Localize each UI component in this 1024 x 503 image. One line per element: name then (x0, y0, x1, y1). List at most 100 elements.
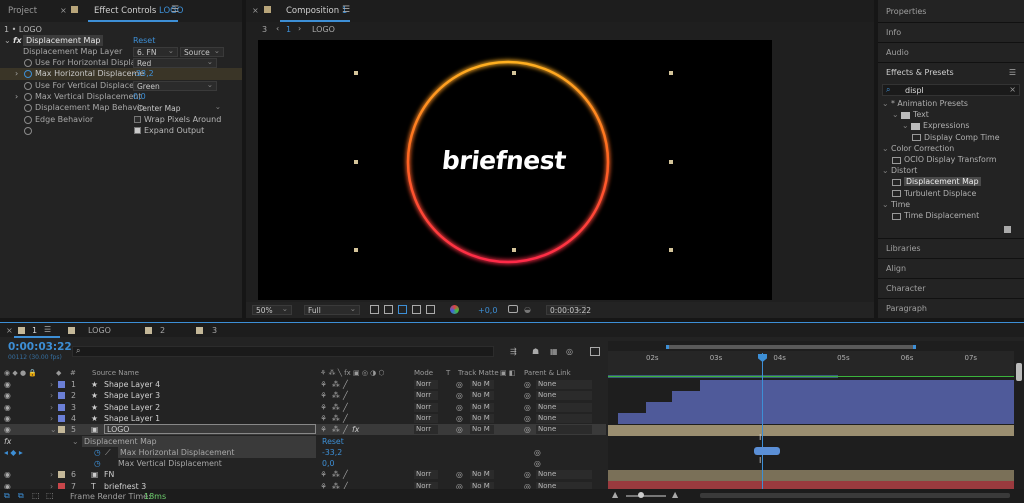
effects-tree-item[interactable]: Displacement Map (892, 177, 981, 187)
layer-duration-bar[interactable] (608, 469, 1014, 481)
tab-composition[interactable]: Composition 1 (286, 6, 347, 16)
stopwatch-icon[interactable] (24, 115, 32, 124)
zoom-slider-thumb[interactable] (638, 492, 644, 498)
tab-project[interactable]: Project (8, 6, 37, 16)
expand-output-checkbox[interactable] (134, 126, 141, 134)
effects-tree-item[interactable]: Turbulent Displace (892, 189, 976, 198)
nav-arrow-left-icon[interactable]: ‹ (276, 24, 279, 33)
collapse-arrow-icon[interactable]: › (15, 91, 18, 102)
info-panel-header[interactable]: Info (878, 22, 1024, 42)
panel-menu-icon[interactable]: ☰ (1009, 63, 1016, 83)
effect-name[interactable]: Displacement Map (23, 34, 104, 46)
max-vertical-value[interactable]: 0,0 (133, 91, 146, 102)
transform-handle[interactable] (669, 248, 673, 252)
effects-tree-item[interactable]: OCIO Display Transform (892, 155, 997, 164)
guides-icon[interactable] (412, 305, 421, 314)
effects-tree-item[interactable]: ⌄ Expressions (902, 121, 969, 130)
paragraph-panel-header[interactable]: Paragraph (878, 298, 1024, 318)
channel-icon[interactable] (450, 305, 459, 314)
stopwatch-icon[interactable] (24, 70, 32, 79)
nav-name[interactable]: LOGO (312, 25, 335, 34)
layer-duration-bar[interactable] (618, 413, 1014, 425)
stopwatch-icon[interactable] (24, 126, 32, 135)
region-icon[interactable] (370, 305, 379, 314)
layer-duration-bar[interactable] (700, 379, 1014, 391)
zoom-slider[interactable] (626, 495, 666, 497)
transparency-grid-icon[interactable] (384, 305, 393, 314)
character-panel-header[interactable]: Character (878, 278, 1024, 298)
close-icon[interactable]: × (252, 6, 259, 15)
horizontal-scrollbar[interactable] (700, 493, 1010, 498)
mask-icon[interactable] (398, 305, 407, 314)
exposure-value[interactable]: +0,0 (478, 306, 497, 315)
nav-prev-comp[interactable]: 3 (262, 25, 267, 34)
stopwatch-icon[interactable] (24, 93, 32, 101)
map-source-select[interactable]: Source (180, 46, 224, 57)
expand-arrow-icon[interactable]: ⌄ (882, 200, 891, 209)
effects-search-input[interactable]: ⌕ displ × (882, 84, 1020, 96)
map-behavior-select[interactable]: Center Map (133, 102, 225, 113)
expand-arrow-icon[interactable]: ⌄ (4, 35, 11, 46)
stopwatch-icon[interactable] (24, 81, 32, 90)
properties-panel-header[interactable]: Properties (878, 2, 1024, 22)
expand-arrow-icon[interactable]: ⌄ (902, 121, 911, 130)
collapse-arrow-icon[interactable]: › (15, 68, 18, 79)
expand-arrow-icon[interactable]: ⌄ (882, 144, 891, 153)
transform-handle[interactable] (512, 248, 516, 252)
libraries-panel-header[interactable]: Libraries (878, 238, 1024, 258)
layer-duration-bar[interactable] (608, 424, 1014, 436)
use-vertical-select[interactable]: Green (133, 80, 217, 91)
zoom-in-icon[interactable]: ▲ (672, 490, 678, 499)
lock-icon[interactable] (71, 6, 78, 13)
comp-viewer[interactable]: briefnest (258, 40, 772, 300)
use-horizontal-select[interactable]: Red (133, 57, 217, 69)
effects-presets-header[interactable]: Effects & Presets ☰ (878, 62, 1024, 82)
transform-handle[interactable] (669, 160, 673, 164)
expand-arrow-icon[interactable]: ⌄ (882, 99, 891, 108)
layer-duration-bar[interactable] (672, 390, 1014, 402)
keyframe-diamonds[interactable] (754, 447, 780, 455)
timecode-field[interactable]: 0:00:03:22 (546, 304, 591, 315)
effects-tree-item[interactable]: ⌄ Color Correction (882, 144, 954, 153)
max-horizontal-value[interactable]: -33,2 (133, 68, 154, 79)
transform-handle[interactable] (354, 248, 358, 252)
stopwatch-icon[interactable] (24, 104, 32, 113)
audio-panel-header[interactable]: Audio (878, 42, 1024, 62)
map-layer-select[interactable]: 6. FN (133, 46, 178, 57)
expand-arrow-icon[interactable]: ⌄ (892, 110, 901, 119)
expand-arrow-icon[interactable]: ⌄ (882, 166, 891, 175)
layer-switches-icon[interactable]: ⧉ (4, 491, 10, 501)
resolution-select[interactable]: Full (304, 304, 360, 315)
snapshot-icon[interactable] (508, 305, 518, 313)
nav-current[interactable]: 1 (286, 25, 291, 34)
stretch-icon[interactable]: ⬚ (46, 491, 54, 500)
zoom-out-icon[interactable]: ▲ (612, 490, 618, 499)
transform-handle[interactable] (669, 71, 673, 75)
close-icon[interactable]: × (60, 6, 67, 15)
effects-tree-item[interactable]: ⌄ Distort (882, 166, 917, 175)
zoom-select[interactable]: 50% (252, 304, 292, 315)
effects-tree-item[interactable]: Time Displacement (892, 211, 979, 220)
panel-menu-icon[interactable]: ☰ (342, 5, 350, 15)
effects-tree-item[interactable]: ⌄ Text (892, 110, 929, 119)
reset-link[interactable]: Reset (133, 35, 155, 46)
transfer-controls-icon[interactable]: ⧉ (18, 491, 24, 501)
fx-icon[interactable]: fx (13, 35, 22, 46)
grid-icon[interactable] (426, 305, 435, 314)
transform-handle[interactable] (512, 71, 516, 75)
effects-tree-item[interactable]: ⌄ * Animation Presets (882, 99, 968, 108)
layer-duration-bar[interactable] (646, 402, 1014, 414)
timeline-scrollbar[interactable] (1016, 363, 1022, 381)
effects-tree-item[interactable]: Display Comp Time (912, 133, 1000, 142)
wrap-pixels-checkbox[interactable] (134, 115, 141, 123)
new-bin-icon[interactable] (1004, 226, 1011, 233)
clear-search-icon[interactable]: × (1009, 85, 1016, 94)
transform-handle[interactable] (354, 160, 358, 164)
transform-handle[interactable] (354, 71, 358, 75)
current-time-indicator[interactable] (762, 353, 763, 493)
lock-icon[interactable] (264, 6, 271, 13)
align-panel-header[interactable]: Align (878, 258, 1024, 278)
nav-arrow-right-icon[interactable]: › (298, 24, 301, 33)
in-out-icon[interactable]: ⬚ (32, 491, 40, 500)
show-snapshot-icon[interactable]: ◒ (524, 305, 531, 314)
